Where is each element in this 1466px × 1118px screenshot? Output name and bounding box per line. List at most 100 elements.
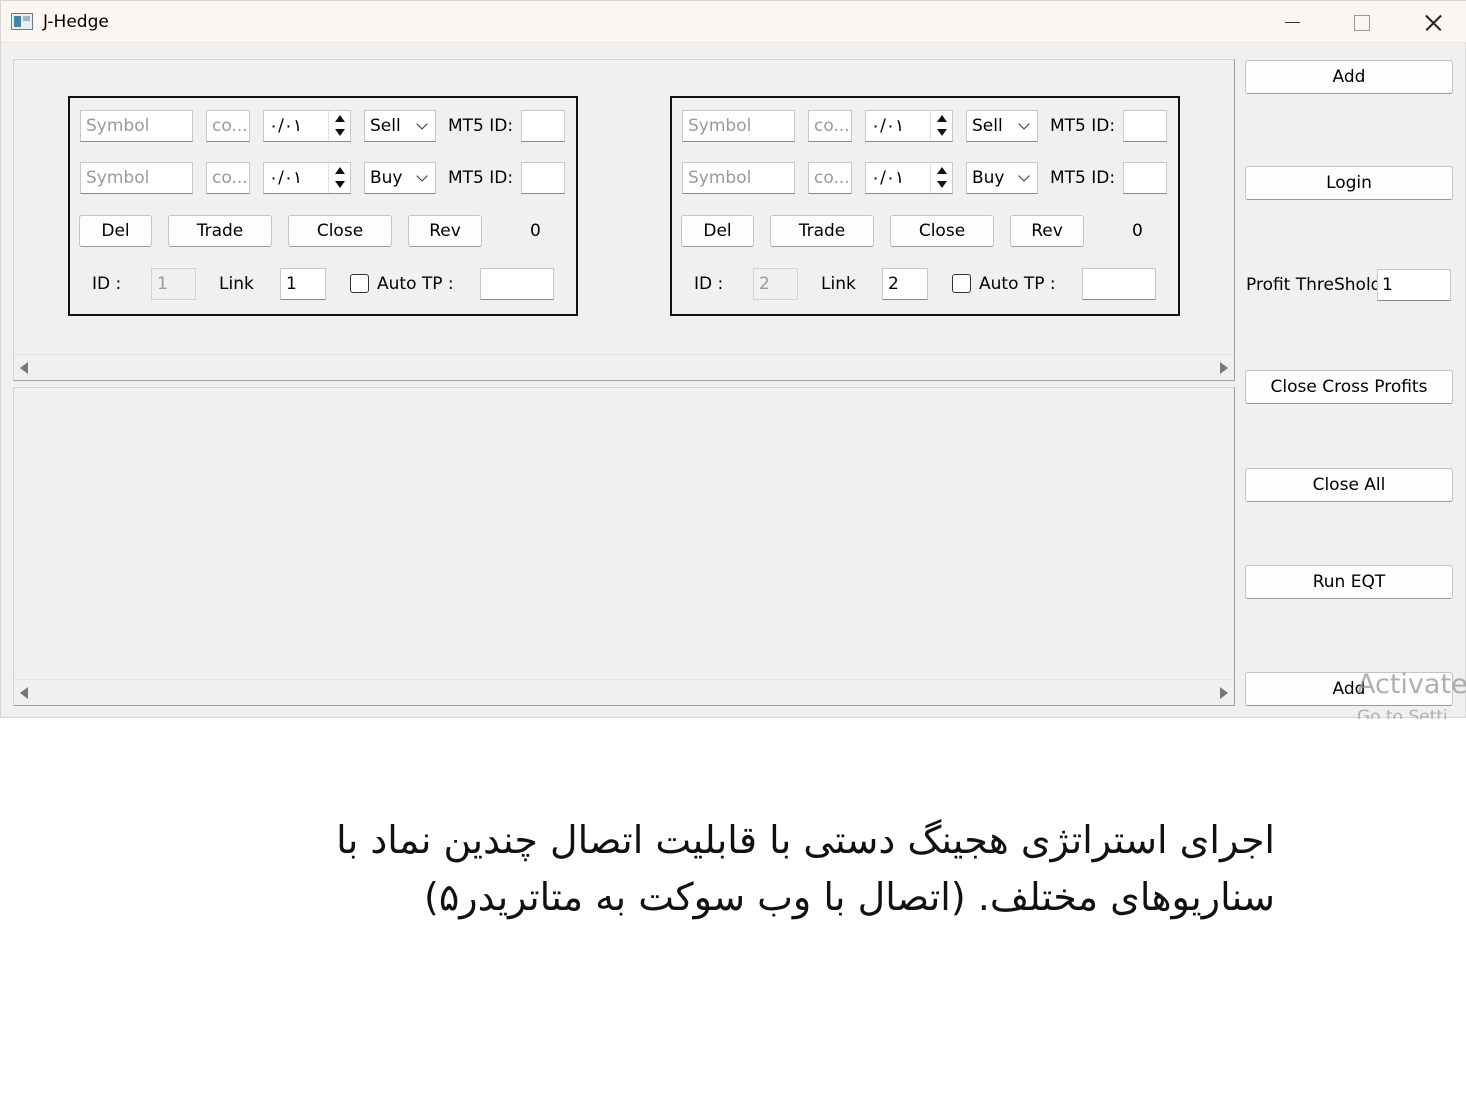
mt5-id-input[interactable] [1123, 162, 1167, 194]
settings-watermark: Go to Setti [1357, 707, 1448, 719]
secondary-panels-area [13, 387, 1235, 706]
spin-buttons[interactable] [930, 111, 952, 141]
chevron-down-icon [416, 118, 428, 130]
mt5-id-input[interactable] [1123, 110, 1167, 142]
caption-line-2: سناریوهای مختلف. (اتصال با وب سوکت به مت… [424, 875, 1275, 919]
lot-value: ٠/٠١ [871, 168, 905, 188]
auto-tp-checkbox[interactable] [952, 274, 971, 293]
scroll-right-icon[interactable] [1220, 687, 1228, 699]
comment-input[interactable]: co... [808, 162, 852, 194]
symbol-input[interactable]: Symbol [80, 162, 193, 194]
profit-threshold-label: Profit ThreShold [1246, 275, 1382, 295]
direction-value: Buy [972, 168, 1005, 188]
mt5-id-label: MT5 ID: [1050, 168, 1116, 188]
chevron-down-icon [1018, 170, 1030, 182]
close-cross-profits-button[interactable]: Close Cross Profits [1245, 370, 1453, 404]
chevron-down-icon [1018, 118, 1030, 130]
caption-line-1: اجرای استراتژی هجینگ دستی با قابلیت اتصا… [336, 818, 1275, 862]
app-icon [11, 13, 33, 30]
app-window: J-Hedge Symbol co... ٠/٠١ Sell MT5 ID: S… [0, 0, 1466, 719]
close-button[interactable]: Close [288, 215, 392, 247]
maximize-icon[interactable] [1326, 1, 1396, 43]
rev-button[interactable]: Rev [1010, 215, 1084, 247]
id-input: 1 [151, 268, 196, 300]
window-title: J-Hedge [43, 12, 109, 32]
direction-select[interactable]: Sell [966, 110, 1038, 142]
spin-up-icon[interactable] [335, 115, 345, 122]
direction-value: Sell [370, 116, 401, 136]
auto-tp-checkbox[interactable] [350, 274, 369, 293]
spin-down-icon[interactable] [335, 181, 345, 188]
trade-button[interactable]: Trade [168, 215, 272, 247]
spin-down-icon[interactable] [335, 129, 345, 136]
auto-tp-label: Auto TP : [979, 274, 1056, 294]
spin-down-icon[interactable] [937, 129, 947, 136]
scroll-right-icon[interactable] [1220, 362, 1228, 374]
comment-input[interactable]: co... [206, 110, 250, 142]
lot-value: ٠/٠١ [269, 116, 303, 136]
rev-button[interactable]: Rev [408, 215, 482, 247]
spin-buttons[interactable] [328, 111, 350, 141]
del-button[interactable]: Del [681, 215, 754, 247]
del-button[interactable]: Del [79, 215, 152, 247]
id-input: 2 [753, 268, 798, 300]
symbol-input[interactable]: Symbol [682, 162, 795, 194]
close-icon[interactable] [1397, 1, 1466, 43]
lot-spinbox[interactable]: ٠/٠١ [263, 162, 351, 194]
spin-buttons[interactable] [328, 163, 350, 193]
link-input[interactable]: 2 [882, 268, 928, 300]
auto-tp-label: Auto TP : [377, 274, 454, 294]
direction-select[interactable]: Buy [364, 162, 436, 194]
hedge-panel: Symbol co... ٠/٠١ Sell MT5 ID: Symbol co… [670, 96, 1180, 316]
link-input[interactable]: 1 [280, 268, 326, 300]
lot-spinbox[interactable]: ٠/٠١ [263, 110, 351, 142]
spin-up-icon[interactable] [937, 115, 947, 122]
scroll-left-icon[interactable] [20, 362, 28, 374]
profit-value: 0 [1132, 221, 1143, 241]
minimize-icon[interactable] [1257, 1, 1327, 43]
id-label: ID : [694, 274, 724, 294]
profit-threshold-input[interactable]: 1 [1377, 269, 1451, 301]
symbol-input[interactable]: Symbol [682, 110, 795, 142]
spin-up-icon[interactable] [937, 167, 947, 174]
mt5-id-label: MT5 ID: [448, 116, 514, 136]
horizontal-scrollbar[interactable] [14, 679, 1234, 705]
add-button[interactable]: Add [1245, 60, 1453, 94]
mt5-id-input[interactable] [521, 162, 565, 194]
spin-buttons[interactable] [930, 163, 952, 193]
auto-tp-input[interactable] [480, 268, 554, 300]
spin-down-icon[interactable] [937, 181, 947, 188]
horizontal-scrollbar[interactable] [14, 354, 1234, 380]
mt5-id-label: MT5 ID: [448, 168, 514, 188]
mt5-id-label: MT5 ID: [1050, 116, 1116, 136]
profit-value: 0 [530, 221, 541, 241]
id-label: ID : [92, 274, 122, 294]
hedge-panels-area: Symbol co... ٠/٠١ Sell MT5 ID: Symbol co… [13, 59, 1235, 381]
lot-value: ٠/٠١ [269, 168, 303, 188]
close-all-button[interactable]: Close All [1245, 468, 1453, 502]
lot-spinbox[interactable]: ٠/٠١ [865, 110, 953, 142]
lot-spinbox[interactable]: ٠/٠١ [865, 162, 953, 194]
mt5-id-input[interactable] [521, 110, 565, 142]
auto-tp-input[interactable] [1082, 268, 1156, 300]
direction-value: Sell [972, 116, 1003, 136]
spin-up-icon[interactable] [335, 167, 345, 174]
direction-select[interactable]: Sell [364, 110, 436, 142]
description-caption: اجرای استراتژی هجینگ دستی با قابلیت اتصا… [300, 812, 1275, 926]
chevron-down-icon [416, 170, 428, 182]
login-button[interactable]: Login [1245, 166, 1453, 200]
hedge-panel: Symbol co... ٠/٠١ Sell MT5 ID: Symbol co… [68, 96, 578, 316]
comment-input[interactable]: co... [206, 162, 250, 194]
close-button[interactable]: Close [890, 215, 994, 247]
run-eqt-button[interactable]: Run EQT [1245, 565, 1453, 599]
activate-watermark: Activate [1357, 669, 1466, 700]
title-bar: J-Hedge [1, 1, 1466, 43]
link-label: Link [219, 274, 254, 294]
direction-select[interactable]: Buy [966, 162, 1038, 194]
lot-value: ٠/٠١ [871, 116, 905, 136]
scroll-left-icon[interactable] [20, 687, 28, 699]
comment-input[interactable]: co... [808, 110, 852, 142]
symbol-input[interactable]: Symbol [80, 110, 193, 142]
direction-value: Buy [370, 168, 403, 188]
trade-button[interactable]: Trade [770, 215, 874, 247]
